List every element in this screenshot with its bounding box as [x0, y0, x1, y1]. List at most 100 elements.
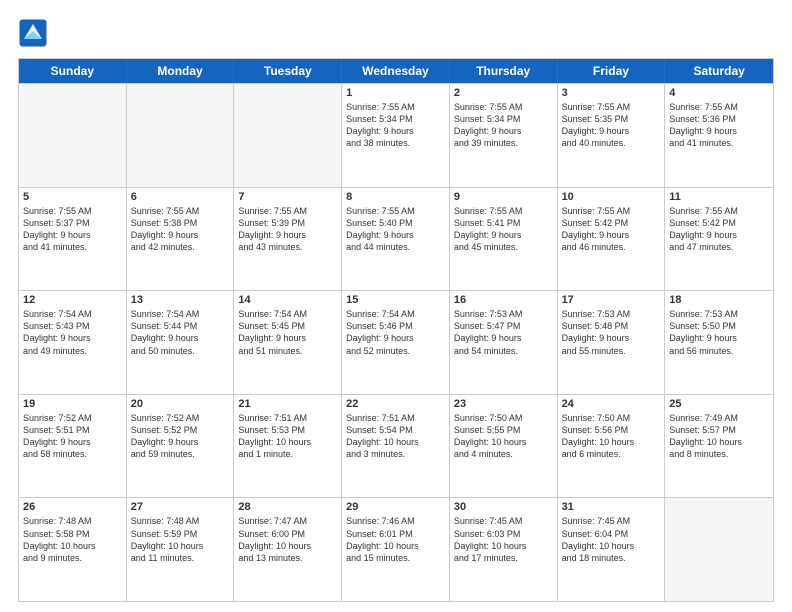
- day-cell-11: 11 Sunrise: 7:55 AM Sunset: 5:42 PM Dayli…: [665, 188, 773, 291]
- header-day-tuesday: Tuesday: [234, 59, 342, 83]
- day-number: 4: [669, 87, 769, 99]
- day-number: 12: [23, 294, 122, 306]
- day-cell-19: 19Sunrise: 7:52 AM Sunset: 5:51 PM Dayli…: [19, 395, 127, 498]
- day-number: 30: [454, 501, 553, 513]
- day-content: Sunrise: 7:53 AM Sunset: 5:47 PM Dayligh…: [454, 308, 553, 357]
- empty-cell-0-2: [234, 84, 342, 187]
- day-number: 21: [238, 398, 337, 410]
- day-cell-4: 4 Sunrise: 7:55 AM Sunset: 5:36 PM Daylig…: [665, 84, 773, 187]
- day-cell-8: 8Sunrise: 7:55 AM Sunset: 5:40 PM Daylig…: [342, 188, 450, 291]
- day-number: 9: [454, 191, 553, 203]
- day-cell-27: 27 Sunrise: 7:48 AM Sunset: 5:59 PM Dayli…: [127, 498, 235, 601]
- day-content: Sunrise: 7:50 AM Sunset: 5:56 PM Dayligh…: [562, 412, 661, 461]
- day-content: Sunrise: 7:51 AM Sunset: 5:53 PM Dayligh…: [238, 412, 337, 461]
- day-number: 2: [454, 87, 553, 99]
- day-number: 8: [346, 191, 445, 203]
- day-content: Sunrise: 7:55 AM Sunset: 5:39 PM Dayligh…: [238, 205, 337, 254]
- calendar-row-3: 19Sunrise: 7:52 AM Sunset: 5:51 PM Dayli…: [19, 394, 773, 498]
- day-number: 10: [562, 191, 661, 203]
- day-cell-14: 14 Sunrise: 7:54 AM Sunset: 5:45 PM Dayli…: [234, 291, 342, 394]
- day-content: Sunrise: 7:48 AM Sunset: 5:59 PM Dayligh…: [131, 515, 230, 564]
- header-day-saturday: Saturday: [665, 59, 773, 83]
- day-number: 22: [346, 398, 445, 410]
- header-day-wednesday: Wednesday: [342, 59, 450, 83]
- calendar-row-0: 1 Sunrise: 7:55 AM Sunset: 5:34 PM Daylig…: [19, 83, 773, 187]
- day-content: Sunrise: 7:48 AM Sunset: 5:58 PM Dayligh…: [23, 515, 122, 564]
- day-number: 7: [238, 191, 337, 203]
- day-number: 6: [131, 191, 230, 203]
- day-content: Sunrise: 7:55 AM Sunset: 5:34 PM Dayligh…: [346, 101, 445, 150]
- day-cell-22: 22Sunrise: 7:51 AM Sunset: 5:54 PM Dayli…: [342, 395, 450, 498]
- day-number: 3: [562, 87, 661, 99]
- header-day-thursday: Thursday: [450, 59, 558, 83]
- header-day-sunday: Sunday: [19, 59, 127, 83]
- day-content: Sunrise: 7:55 AM Sunset: 5:38 PM Dayligh…: [131, 205, 230, 254]
- day-number: 14: [238, 294, 337, 306]
- day-cell-15: 15 Sunrise: 7:54 AM Sunset: 5:46 PM Dayli…: [342, 291, 450, 394]
- day-cell-13: 13Sunrise: 7:54 AM Sunset: 5:44 PM Dayli…: [127, 291, 235, 394]
- day-content: Sunrise: 7:54 AM Sunset: 5:45 PM Dayligh…: [238, 308, 337, 357]
- day-cell-18: 18Sunrise: 7:53 AM Sunset: 5:50 PM Dayli…: [665, 291, 773, 394]
- empty-cell-0-0: [19, 84, 127, 187]
- day-cell-2: 2 Sunrise: 7:55 AM Sunset: 5:34 PM Daylig…: [450, 84, 558, 187]
- day-content: Sunrise: 7:46 AM Sunset: 6:01 PM Dayligh…: [346, 515, 445, 564]
- day-number: 25: [669, 398, 769, 410]
- day-cell-26: 26Sunrise: 7:48 AM Sunset: 5:58 PM Dayli…: [19, 498, 127, 601]
- day-number: 1: [346, 87, 445, 99]
- calendar: SundayMondayTuesdayWednesdayThursdayFrid…: [18, 58, 774, 602]
- day-cell-5: 5 Sunrise: 7:55 AM Sunset: 5:37 PM Daylig…: [19, 188, 127, 291]
- header: [18, 18, 774, 48]
- day-content: Sunrise: 7:45 AM Sunset: 6:04 PM Dayligh…: [562, 515, 661, 564]
- day-cell-30: 30 Sunrise: 7:45 AM Sunset: 6:03 PM Dayli…: [450, 498, 558, 601]
- day-content: Sunrise: 7:55 AM Sunset: 5:37 PM Dayligh…: [23, 205, 122, 254]
- day-content: Sunrise: 7:47 AM Sunset: 6:00 PM Dayligh…: [238, 515, 337, 564]
- day-cell-20: 20 Sunrise: 7:52 AM Sunset: 5:52 PM Dayli…: [127, 395, 235, 498]
- empty-cell-4-6: [665, 498, 773, 601]
- day-cell-6: 6 Sunrise: 7:55 AM Sunset: 5:38 PM Daylig…: [127, 188, 235, 291]
- day-number: 18: [669, 294, 769, 306]
- day-cell-25: 25 Sunrise: 7:49 AM Sunset: 5:57 PM Dayli…: [665, 395, 773, 498]
- day-content: Sunrise: 7:55 AM Sunset: 5:41 PM Dayligh…: [454, 205, 553, 254]
- day-content: Sunrise: 7:54 AM Sunset: 5:46 PM Dayligh…: [346, 308, 445, 357]
- day-number: 11: [669, 191, 769, 203]
- day-number: 31: [562, 501, 661, 513]
- day-content: Sunrise: 7:55 AM Sunset: 5:42 PM Dayligh…: [669, 205, 769, 254]
- day-content: Sunrise: 7:50 AM Sunset: 5:55 PM Dayligh…: [454, 412, 553, 461]
- day-content: Sunrise: 7:55 AM Sunset: 5:35 PM Dayligh…: [562, 101, 661, 150]
- day-content: Sunrise: 7:45 AM Sunset: 6:03 PM Dayligh…: [454, 515, 553, 564]
- day-cell-31: 31 Sunrise: 7:45 AM Sunset: 6:04 PM Dayli…: [558, 498, 666, 601]
- day-content: Sunrise: 7:52 AM Sunset: 5:52 PM Dayligh…: [131, 412, 230, 461]
- day-cell-24: 24 Sunrise: 7:50 AM Sunset: 5:56 PM Dayli…: [558, 395, 666, 498]
- page: SundayMondayTuesdayWednesdayThursdayFrid…: [0, 0, 792, 612]
- calendar-row-1: 5 Sunrise: 7:55 AM Sunset: 5:37 PM Daylig…: [19, 187, 773, 291]
- day-number: 28: [238, 501, 337, 513]
- day-number: 13: [131, 294, 230, 306]
- day-cell-7: 7 Sunrise: 7:55 AM Sunset: 5:39 PM Daylig…: [234, 188, 342, 291]
- day-cell-9: 9 Sunrise: 7:55 AM Sunset: 5:41 PM Daylig…: [450, 188, 558, 291]
- day-content: Sunrise: 7:55 AM Sunset: 5:36 PM Dayligh…: [669, 101, 769, 150]
- day-cell-10: 10 Sunrise: 7:55 AM Sunset: 5:42 PM Dayli…: [558, 188, 666, 291]
- empty-cell-0-1: [127, 84, 235, 187]
- day-cell-28: 28 Sunrise: 7:47 AM Sunset: 6:00 PM Dayli…: [234, 498, 342, 601]
- day-number: 20: [131, 398, 230, 410]
- day-number: 24: [562, 398, 661, 410]
- calendar-row-2: 12Sunrise: 7:54 AM Sunset: 5:43 PM Dayli…: [19, 290, 773, 394]
- day-number: 27: [131, 501, 230, 513]
- day-content: Sunrise: 7:49 AM Sunset: 5:57 PM Dayligh…: [669, 412, 769, 461]
- day-content: Sunrise: 7:55 AM Sunset: 5:34 PM Dayligh…: [454, 101, 553, 150]
- day-cell-3: 3 Sunrise: 7:55 AM Sunset: 5:35 PM Daylig…: [558, 84, 666, 187]
- header-day-monday: Monday: [127, 59, 235, 83]
- day-cell-17: 17 Sunrise: 7:53 AM Sunset: 5:48 PM Dayli…: [558, 291, 666, 394]
- day-number: 17: [562, 294, 661, 306]
- calendar-body: 1 Sunrise: 7:55 AM Sunset: 5:34 PM Daylig…: [19, 83, 773, 601]
- day-cell-21: 21 Sunrise: 7:51 AM Sunset: 5:53 PM Dayli…: [234, 395, 342, 498]
- logo-icon: [18, 18, 48, 48]
- day-number: 29: [346, 501, 445, 513]
- day-number: 15: [346, 294, 445, 306]
- day-cell-23: 23Sunrise: 7:50 AM Sunset: 5:55 PM Dayli…: [450, 395, 558, 498]
- day-number: 5: [23, 191, 122, 203]
- day-cell-12: 12Sunrise: 7:54 AM Sunset: 5:43 PM Dayli…: [19, 291, 127, 394]
- day-content: Sunrise: 7:55 AM Sunset: 5:42 PM Dayligh…: [562, 205, 661, 254]
- day-number: 19: [23, 398, 122, 410]
- day-content: Sunrise: 7:53 AM Sunset: 5:48 PM Dayligh…: [562, 308, 661, 357]
